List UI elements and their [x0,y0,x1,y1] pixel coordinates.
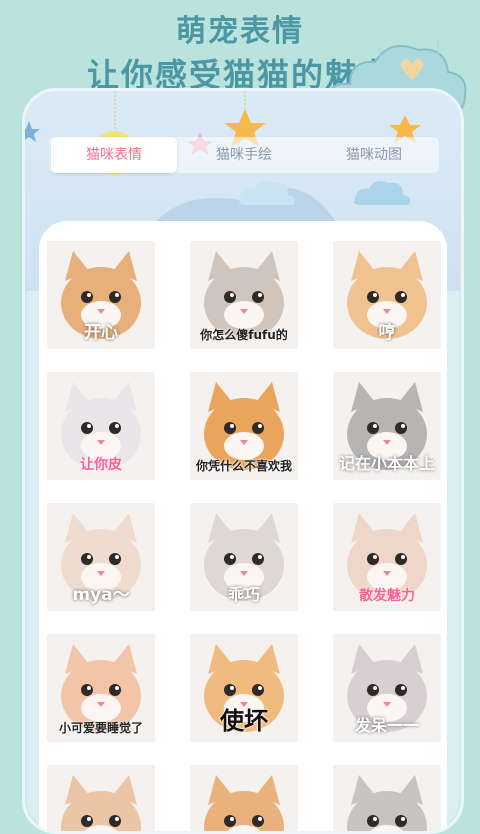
sticker-caption: mya～ [72,585,130,605]
sticker-item[interactable]: 开心 [47,241,155,349]
tab-bar: 猫咪表情 猫咪手绘 猫咪动图 [49,137,439,173]
sticker-item[interactable]: 散发魅力 [333,503,441,611]
sticker-caption: 开心 [84,323,118,343]
sticker-caption: 你凭什么不喜欢我 [195,459,292,473]
sticker-caption: 让你皮 [80,457,122,473]
sticker-item[interactable]: 你怎么傻fufu的 [190,241,298,349]
tab-cat-gifs[interactable]: 猫咪动图 [311,137,437,173]
sticker-item[interactable]: 乖巧 [190,503,298,611]
sticker-item[interactable]: 让你皮 [47,372,155,480]
sticker-caption: 记在小本本上 [338,454,435,473]
sticker-item[interactable]: 小可爱要睡觉了 [47,634,155,742]
sticker-caption: 乖巧 [227,585,260,604]
sticker-item[interactable]: 你凭什么不喜欢我 [190,372,298,480]
sticker-item[interactable]: 哼 [333,241,441,349]
sticker-caption: 使坏 [220,707,268,735]
sticker-panel: 开心 你怎么傻fufu的 哼让你皮 你凭什么不喜欢我 记在小本本上 mya～ 乖巧 散发魅力小… [39,221,447,831]
sticker-caption: 发呆一一 [354,716,419,735]
tab-cat-drawings[interactable]: 猫咪手绘 [181,137,307,173]
sticker-item[interactable]: 发呆一一 [333,634,441,742]
sticker-caption: 哼 [378,323,396,343]
sticker-item[interactable]: 记在小本本上 [333,372,441,480]
sticker-caption: 你怎么傻fufu的 [200,328,288,342]
sticker-caption: 散发魅力 [359,588,415,604]
phone-frame: 猫咪表情 猫咪手绘 猫咪动图 开心 你怎么傻fufu的 哼让你皮 你凭什么不喜欢我 记在… [22,88,464,834]
sticker-item[interactable]: mya～ [47,503,155,611]
tab-cat-expressions[interactable]: 猫咪表情 [51,137,177,173]
sticker-caption: 小可爱要睡觉了 [58,721,143,735]
sticker-item[interactable]: 使坏 [190,634,298,742]
